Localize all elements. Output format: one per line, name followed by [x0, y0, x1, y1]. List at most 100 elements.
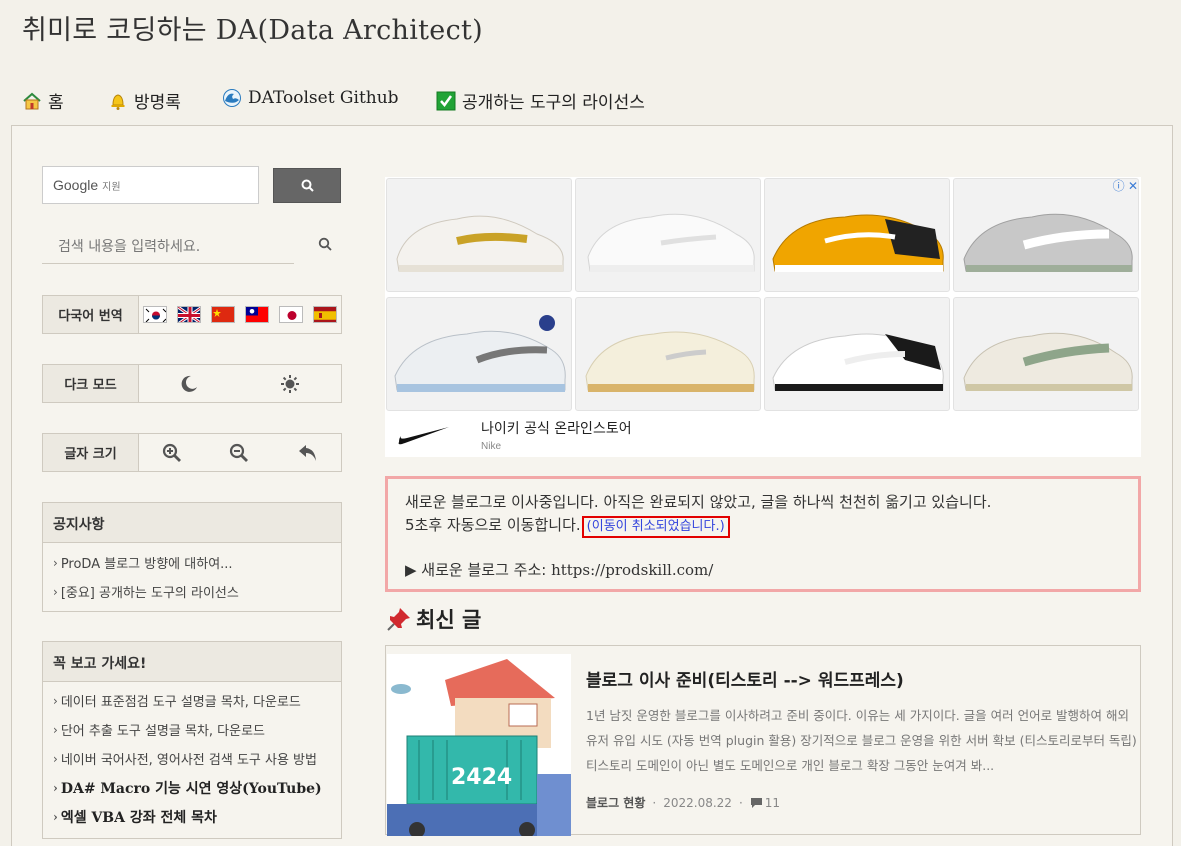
chevron-right-icon: › [53, 809, 58, 824]
post-category[interactable]: 블로그 현황 [586, 794, 645, 811]
notice-item[interactable]: › ProDA 블로그 방향에 대하여... [43, 548, 341, 577]
translate-widget: 다국어 번역 [42, 295, 342, 334]
shoe-image[interactable] [764, 297, 950, 411]
china-flag-icon[interactable] [211, 306, 235, 323]
must-read-title: 꼭 보고 가세요! [43, 642, 341, 682]
ad-brand-sub: Nike [481, 440, 502, 452]
nav-guestbook-label: 방명록 [134, 93, 181, 113]
shoe-image[interactable] [953, 178, 1139, 292]
google-sub: 지원 [102, 182, 121, 193]
pushpin-icon [387, 608, 410, 631]
shoe-image[interactable] [575, 178, 761, 292]
dark-mode-widget: 다크 모드 [42, 364, 342, 403]
shoe-image[interactable] [953, 297, 1139, 411]
nav-github-label: DAToolset Github [248, 88, 399, 108]
post-thumbnail[interactable]: 2424 [387, 654, 571, 836]
nav-github[interactable]: DAToolset Github [222, 88, 399, 108]
chevron-right-icon: › [53, 722, 58, 737]
checkbox-icon [436, 91, 456, 110]
notice-item[interactable]: › [중요] 공개하는 도구의 라이선스 [43, 577, 341, 606]
nav-home[interactable]: 홈 [22, 88, 64, 113]
must-read-item-label: DA# Macro 기능 시연 영상(YouTube) [60, 780, 322, 797]
chevron-right-icon: › [53, 584, 58, 599]
blog-search-input[interactable]: 검색 내용을 입력하세요. [42, 228, 294, 264]
cancel-redirect-link[interactable]: (이동이 취소되었습니다.) [581, 516, 730, 538]
google-search-input[interactable]: Google 지원 [42, 166, 259, 204]
sun-icon[interactable] [280, 374, 300, 394]
bell-icon [111, 93, 125, 110]
notice-line2-row: 5초후 자동으로 이동합니다. (이동이 취소되었습니다.) [405, 514, 1121, 538]
google-search-button[interactable] [273, 168, 341, 203]
moving-notice: 새로운 블로그로 이사중입니다. 아직은 완료되지 않았고, 글을 하나씩 천천… [385, 476, 1141, 592]
post-meta: 블로그 현황 · 2022.08.22 · 11 [586, 794, 780, 811]
must-read-item-label: 네이버 국어사전, 영어사전 검색 도구 사용 방법 [60, 753, 317, 768]
must-read-item[interactable]: › 단어 추출 도구 설명글 목차, 다운로드 [43, 715, 341, 744]
uk-flag-icon[interactable] [177, 306, 201, 323]
recent-posts-title: 최신 글 [416, 608, 482, 632]
comment-icon [750, 797, 762, 808]
moon-icon[interactable] [179, 374, 199, 394]
must-read-item-label: 단어 추출 도구 설명글 목차, 다운로드 [60, 724, 266, 739]
zoom-in-icon[interactable] [162, 443, 182, 463]
ad-brand-name: 나이키 공식 온라인스토어 [481, 420, 632, 437]
address-prefix: ▶ 새로운 블로그 주소: [405, 561, 552, 579]
nike-logo-icon [398, 426, 449, 444]
must-read-item[interactable]: › DA# Macro 기능 시연 영상(YouTube) [43, 773, 341, 802]
notice-item-label: [중요] 공개하는 도구의 라이선스 [60, 586, 239, 601]
korea-flag-icon[interactable] [143, 306, 167, 323]
taiwan-flag-icon[interactable] [245, 306, 269, 323]
translate-label: 다국어 번역 [43, 296, 139, 333]
google-brand: Google [53, 177, 99, 193]
post-card[interactable]: 2424 블로그 이사 준비(티스토리 --> 워드프레스) 1년 남짓 운영한… [385, 645, 1141, 836]
search-icon [301, 179, 314, 192]
nav-license-label: 공개하는 도구의 라이선스 [462, 93, 645, 113]
spain-flag-icon[interactable] [313, 306, 337, 323]
ad-banner[interactable]: ⓘ ✕ 나이키 공식 온라인스토어 Nike [385, 177, 1141, 457]
nav-home-label: 홈 [48, 93, 64, 113]
shoe-image[interactable] [764, 178, 950, 292]
dark-mode-label: 다크 모드 [43, 365, 139, 402]
shoe-image[interactable] [575, 297, 761, 411]
site-title[interactable]: 취미로 코딩하는 DA(Data Architect) [22, 8, 483, 47]
new-blog-link[interactable]: https://prodskill.com/ [551, 561, 713, 579]
notice-line2: 5초후 자동으로 이동합니다. [405, 516, 581, 534]
must-read-item[interactable]: › 엑셀 VBA 강좌 전체 목차 [43, 802, 341, 831]
shoe-grid [385, 177, 1141, 412]
ad-close-icon[interactable]: ⓘ ✕ [1113, 177, 1138, 194]
japan-flag-icon[interactable] [279, 306, 303, 323]
notice-line1: 새로운 블로그로 이사중입니다. 아직은 완료되지 않았고, 글을 하나씩 천천… [405, 493, 992, 511]
meta-separator: · [652, 795, 657, 810]
font-size-widget: 글자 크기 [42, 433, 342, 472]
notice-title: 공지사항 [43, 503, 341, 543]
post-date: 2022.08.22 [663, 795, 732, 810]
chevron-right-icon: › [53, 555, 58, 570]
search-icon[interactable] [318, 237, 332, 251]
home-icon [23, 92, 41, 109]
post-title[interactable]: 블로그 이사 준비(티스토리 --> 워드프레스) [586, 666, 904, 691]
nav-license[interactable]: 공개하는 도구의 라이선스 [436, 88, 645, 113]
ad-footer[interactable]: 나이키 공식 온라인스토어 Nike [385, 412, 1141, 457]
must-read-item-label: 엑셀 VBA 강좌 전체 목차 [60, 809, 217, 826]
shoe-image[interactable] [386, 178, 572, 292]
reset-arrow-icon[interactable] [297, 443, 319, 463]
meta-separator: · [738, 795, 743, 810]
top-navigation: 홈 방명록 DAToolset Github 공개하는 도구의 라이선스 [22, 88, 722, 113]
chevron-right-icon: › [53, 693, 58, 708]
zoom-out-icon[interactable] [229, 443, 249, 463]
must-read-item[interactable]: › 데이터 표준점검 도구 설명글 목차, 다운로드 [43, 686, 341, 715]
must-read-item[interactable]: › 네이버 국어사전, 영어사전 검색 도구 사용 방법 [43, 744, 341, 773]
wave-icon [223, 89, 241, 107]
notice-item-label: ProDA 블로그 방향에 대하여... [60, 557, 233, 572]
post-comment-count[interactable]: 11 [765, 796, 780, 810]
chevron-right-icon: › [53, 751, 58, 766]
shoe-image[interactable] [386, 297, 572, 411]
font-size-label: 글자 크기 [43, 434, 139, 471]
flag-list [143, 306, 337, 323]
must-read-box: 꼭 보고 가세요! › 데이터 표준점검 도구 설명글 목차, 다운로드 › 단어 … [42, 641, 342, 839]
must-read-item-label: 데이터 표준점검 도구 설명글 목차, 다운로드 [60, 695, 301, 710]
chevron-right-icon: › [53, 780, 58, 795]
notice-box: 공지사항 › ProDA 블로그 방향에 대하여... › [중요] 공개하는 도구… [42, 502, 342, 612]
new-address-row: ▶ 새로운 블로그 주소: https://prodskill.com/ [405, 559, 1121, 582]
nav-guestbook[interactable]: 방명록 [108, 88, 181, 113]
thumb-number: 2424 [451, 765, 512, 790]
